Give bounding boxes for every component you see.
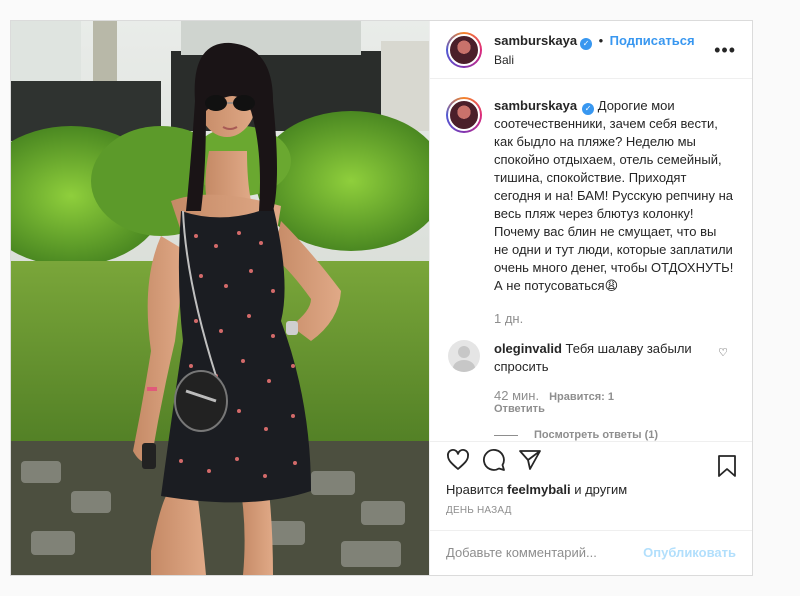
caption-text: Дорогие мои соотечественники, зачем себя…	[494, 98, 734, 294]
caption: samburskaya ✓ Дорогие мои соотечественник…	[446, 97, 736, 295]
share-icon[interactable]	[518, 448, 542, 477]
comment-item: oleginvalid Тебя шалаву забыли спросить …	[446, 340, 736, 376]
caption-time[interactable]: 1 дн.	[494, 311, 736, 326]
replies-divider	[494, 434, 518, 436]
caption-avatar[interactable]	[446, 97, 482, 134]
post-timestamp[interactable]: День назад	[430, 497, 752, 516]
comment-composer: Опубликовать	[430, 529, 752, 575]
caption-username[interactable]: samburskaya	[494, 98, 577, 113]
comment-like-icon[interactable]: ♡	[718, 346, 728, 359]
reply-button[interactable]: Ответить	[494, 403, 736, 415]
comment-time[interactable]: 42 мин.	[494, 388, 539, 403]
separator-dot: •	[598, 33, 604, 49]
author-username[interactable]: samburskaya	[494, 33, 577, 48]
publish-button[interactable]: Опубликовать	[643, 545, 736, 560]
post-card: samburskaya ✓ • Подписаться Bali ••• samb…	[10, 20, 753, 576]
comment-input[interactable]	[446, 545, 644, 561]
post-photo[interactable]	[11, 21, 429, 575]
location-link[interactable]: Bali	[494, 53, 695, 67]
comments-list[interactable]: samburskaya ✓ Дорогие мои соотечественник…	[430, 79, 752, 441]
liked-by-user[interactable]: feelmybali	[507, 482, 571, 497]
liked-by-prefix: Нравится	[446, 481, 504, 497]
author-avatar[interactable]	[446, 31, 482, 68]
comment-meta: 42 мин. Нравится: 1	[494, 388, 736, 403]
view-replies-label: Посмотреть ответы (1)	[534, 429, 659, 442]
liked-by-others[interactable]: и другим	[574, 482, 627, 497]
follow-button[interactable]: Подписаться	[610, 33, 695, 48]
verified-badge-icon: ✓	[580, 38, 593, 51]
comment-icon[interactable]	[482, 448, 506, 477]
post-sidebar: samburskaya ✓ • Подписаться Bali ••• samb…	[429, 21, 752, 575]
verified-badge-icon: ✓	[582, 103, 595, 116]
bookmark-icon[interactable]	[716, 454, 738, 483]
comment-body: oleginvalid Тебя шалаву забыли спросить	[494, 340, 724, 376]
author-info: samburskaya ✓ • Подписаться Bali	[494, 32, 695, 67]
comment-likes[interactable]: Нравится: 1	[549, 391, 614, 403]
more-icon[interactable]: •••	[714, 41, 736, 59]
view-replies-button[interactable]: Посмотреть ответы (1)	[494, 429, 736, 441]
commenter-avatar[interactable]	[448, 340, 480, 373]
caption-body: samburskaya ✓ Дорогие мои соотечественник…	[494, 97, 734, 295]
post-header: samburskaya ✓ • Подписаться Bali •••	[430, 21, 752, 80]
commenter-username[interactable]: oleginvalid	[494, 341, 562, 356]
action-bar	[430, 441, 752, 481]
liked-by: Нравится feelmybali и другим	[430, 482, 752, 497]
heart-icon[interactable]	[446, 448, 470, 477]
